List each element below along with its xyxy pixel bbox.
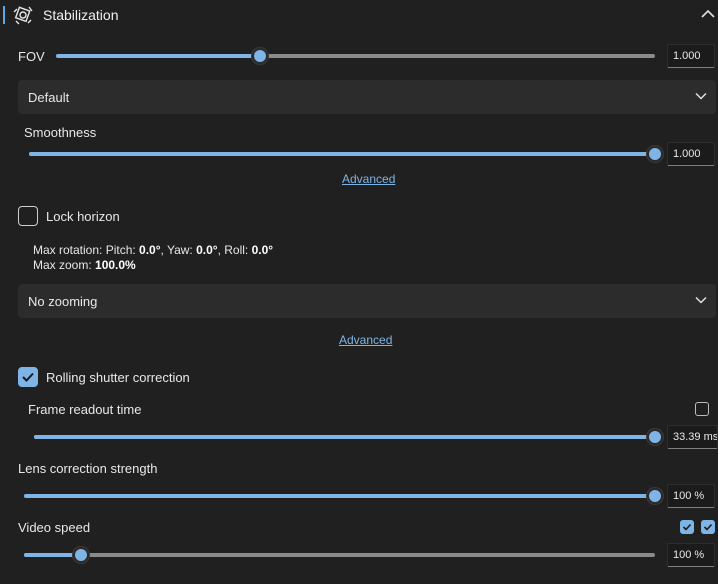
max-rotation-info: Max rotation: Pitch: 0.0°, Yaw: 0.0°, Ro… [33,243,274,257]
video-speed-label: Video speed [18,520,91,535]
frame-readout-value-input[interactable]: 33.39 ms [667,425,718,449]
lens-correction-value-input[interactable]: 100 % [667,484,715,508]
frame-readout-label: Frame readout time [28,402,142,417]
zooming-method-dropdown[interactable]: No zooming [18,284,716,318]
checkmark-icon [703,523,712,531]
smoothness-value-input[interactable]: 1.000 [667,142,715,166]
video-speed-checkbox-1[interactable] [680,520,694,534]
smoothness-slider-fill [29,152,655,156]
rolling-shutter-label: Rolling shutter correction [46,370,190,385]
fov-value-input[interactable]: 1.000 [667,44,715,68]
chevron-up-icon[interactable] [698,4,718,24]
fov-slider-fill [56,54,260,58]
section-title: Stabilization [43,7,119,23]
lock-horizon-label: Lock horizon [46,209,120,224]
checkmark-icon [682,523,691,531]
stabilization-section-header[interactable]: Stabilization [0,0,718,32]
frame-readout-slider[interactable] [34,429,663,445]
section-accent-bar [3,6,5,24]
zooming-method-selected: No zooming [28,294,98,309]
smoothness-slider[interactable] [29,146,663,162]
chevron-down-icon [695,92,707,100]
checkmark-icon [21,372,34,382]
video-speed-value-input[interactable]: 100 % [667,543,715,567]
frame-readout-checkbox[interactable] [695,402,709,416]
frame-readout-slider-thumb[interactable] [647,429,663,445]
fov-slider[interactable] [56,48,655,64]
fov-slider-thumb[interactable] [252,48,268,64]
lens-correction-label: Lens correction strength [18,461,158,476]
smoothness-slider-thumb[interactable] [647,146,663,162]
video-speed-slider-thumb[interactable] [73,547,89,563]
lens-correction-slider-fill [24,494,655,498]
smoothing-method-selected: Default [28,90,70,105]
smoothing-method-dropdown[interactable]: Default [18,80,716,114]
lock-horizon-checkbox[interactable] [18,206,38,226]
smoothness-advanced-link[interactable]: Advanced [342,172,395,186]
lens-correction-slider[interactable] [24,488,663,504]
lens-correction-slider-thumb[interactable] [647,488,663,504]
stabilization-icon [13,6,33,25]
video-speed-checkbox-2[interactable] [701,520,715,534]
video-speed-slider[interactable] [24,547,655,563]
frame-readout-slider-fill [34,435,655,439]
fov-label: FOV [18,49,45,64]
zooming-advanced-link[interactable]: Advanced [339,333,392,347]
smoothness-label: Smoothness [24,125,97,140]
max-zoom-info: Max zoom: 100.0% [33,258,136,272]
chevron-down-icon [695,296,707,304]
rolling-shutter-checkbox[interactable] [18,367,38,387]
